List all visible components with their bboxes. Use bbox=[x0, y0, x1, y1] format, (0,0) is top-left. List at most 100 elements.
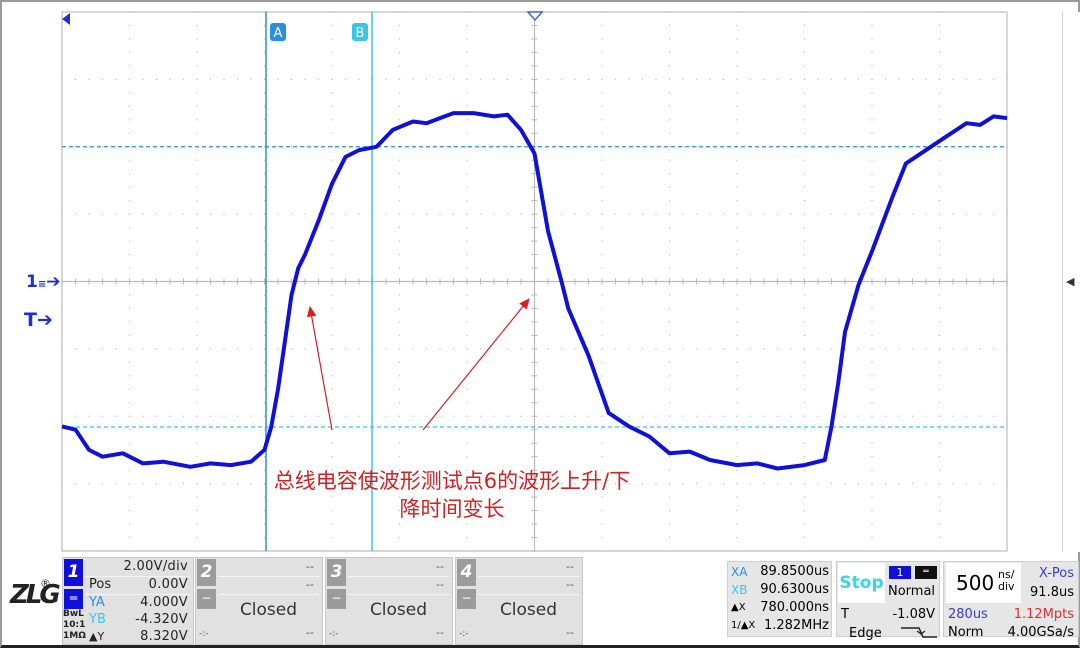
grid-dot bbox=[169, 213, 171, 215]
grid-dot bbox=[493, 415, 495, 417]
channel-2-panel[interactable]: 2 − -- -- Closed -:- -- bbox=[195, 557, 323, 645]
channel-2-number[interactable]: 2 bbox=[197, 559, 216, 586]
ch1-scale: 2.00V/div bbox=[123, 559, 188, 574]
grid-dot bbox=[938, 307, 941, 310]
dc-coupling-icon[interactable]: ═ bbox=[64, 589, 83, 609]
grid-dot bbox=[506, 78, 509, 80]
grid-dot bbox=[641, 415, 644, 417]
grid-dot bbox=[803, 321, 806, 323]
acquisition-mode[interactable]: Norm bbox=[948, 625, 983, 640]
grid-dot bbox=[601, 456, 603, 458]
channel-3-coupling-icon[interactable]: − bbox=[327, 589, 346, 609]
grid-dot bbox=[128, 294, 131, 296]
expand-panel-arrow-icon[interactable]: ◀ bbox=[1066, 275, 1074, 288]
grid-dot bbox=[871, 173, 873, 175]
grid-dot bbox=[965, 213, 968, 215]
grid-dot bbox=[263, 388, 266, 390]
grid-dot bbox=[871, 119, 873, 121]
grid-dot bbox=[398, 348, 401, 350]
channel-4-number[interactable]: 4 bbox=[457, 559, 476, 586]
grid-dot bbox=[290, 348, 293, 350]
grid-dot bbox=[601, 267, 603, 269]
grid-dot bbox=[385, 78, 387, 80]
grid-dot bbox=[803, 536, 806, 539]
grid-dot bbox=[196, 200, 198, 202]
grid-dot bbox=[304, 348, 306, 350]
trigger-coupling-icon[interactable]: ═ bbox=[915, 566, 937, 579]
grid-dot bbox=[790, 213, 792, 215]
grid-dot bbox=[331, 267, 333, 269]
channel-4-coupling-icon[interactable]: − bbox=[457, 589, 476, 609]
time-scale-box[interactable]: 500 ns/div bbox=[946, 563, 1021, 603]
time-scale-value: 500 bbox=[956, 571, 995, 595]
grid-dot bbox=[803, 496, 806, 498]
trigger-source[interactable]: 1 bbox=[889, 566, 911, 579]
grid-dot bbox=[601, 307, 603, 310]
grid-dot bbox=[115, 78, 117, 80]
grid-dot bbox=[331, 294, 333, 296]
xb-value: 90.6300us bbox=[760, 582, 829, 597]
grid-dot bbox=[628, 213, 630, 215]
grid-dot bbox=[871, 186, 873, 188]
grid-dot bbox=[668, 429, 671, 431]
grid-dot bbox=[547, 78, 549, 80]
grid-dot bbox=[668, 469, 671, 471]
grid-dot bbox=[304, 213, 306, 215]
grid-dot bbox=[466, 159, 468, 161]
channel-3-panel[interactable]: 3 − -- -- Closed -:- -- bbox=[325, 557, 453, 645]
grid-dot bbox=[101, 146, 104, 148]
ch2-bottom-right: -- bbox=[306, 626, 314, 639]
grid-dot bbox=[857, 348, 860, 350]
grid-dot bbox=[88, 78, 90, 80]
channel-3-number[interactable]: 3 bbox=[327, 559, 346, 586]
grid-dot bbox=[331, 442, 333, 444]
run-stop-button[interactable]: Stop bbox=[838, 563, 885, 603]
grid-dot bbox=[938, 509, 941, 512]
grid-dot bbox=[641, 78, 644, 80]
grid-dot bbox=[128, 119, 131, 121]
channel-2-coupling-icon[interactable]: − bbox=[197, 589, 216, 609]
ch1-level-marker[interactable]: 1≡➔ bbox=[26, 272, 60, 292]
grid-dot bbox=[466, 429, 468, 431]
cursor-b-tag[interactable]: B bbox=[352, 23, 368, 41]
trigger-mode[interactable]: Normal bbox=[888, 584, 935, 599]
grid-dot bbox=[398, 267, 401, 269]
grid-dot bbox=[871, 523, 873, 525]
timebase-panel[interactable]: 500 ns/div X-Pos 91.8us 280us 1.12Mpts N… bbox=[943, 561, 1079, 640]
grid-dot bbox=[398, 200, 401, 202]
channel-1-panel[interactable]: 1 ═ BwL 10:1 1MΩ 2.00V/div Pos 0.00V YA 4.… bbox=[62, 557, 194, 645]
channel-1-number[interactable]: 1 bbox=[64, 559, 83, 586]
grid-dot bbox=[128, 159, 131, 161]
grid-dot bbox=[196, 132, 198, 134]
grid-dot bbox=[209, 348, 212, 350]
grid-dot bbox=[277, 348, 279, 350]
trigger-type[interactable]: Edge bbox=[849, 626, 882, 641]
grid-dot bbox=[115, 348, 117, 350]
cursor-readout-panel[interactable]: XA 89.8500us XB 90.6300us ▲X 780.000ns 1/▲X… bbox=[727, 561, 832, 637]
grid-dot bbox=[938, 173, 941, 175]
xpos-value: 91.8us bbox=[1030, 585, 1074, 600]
grid-dot bbox=[88, 213, 90, 215]
grid-dot bbox=[466, 550, 468, 552]
grid-dot bbox=[331, 240, 333, 242]
grid-dot bbox=[790, 483, 792, 485]
grid-dot bbox=[601, 78, 603, 80]
grid-dot bbox=[736, 496, 738, 498]
grid-dot bbox=[209, 483, 212, 485]
trigger-level-marker[interactable]: T➔ bbox=[24, 309, 53, 331]
grid-dot bbox=[803, 78, 806, 80]
grid-dot bbox=[763, 348, 765, 350]
grid-dot bbox=[871, 146, 873, 148]
trigger-panel[interactable]: Stop 1 ═ Normal T -1.08V Edge bbox=[836, 561, 940, 641]
grid-dot bbox=[466, 294, 468, 296]
grid-dot bbox=[871, 483, 873, 485]
grid-dot bbox=[263, 173, 266, 175]
cursor-a-tag[interactable]: A bbox=[270, 23, 286, 41]
waveform-display: A B 总线电容使波形测试点6的波形上升/下 降时间变长 bbox=[61, 11, 1008, 552]
channel-4-panel[interactable]: 4 − -- -- Closed -:- -- bbox=[455, 557, 583, 645]
grid-dot bbox=[466, 105, 468, 107]
grid-dot bbox=[452, 78, 455, 80]
grid-dot bbox=[398, 388, 401, 390]
grid-dot bbox=[493, 348, 495, 350]
grid-dot bbox=[587, 78, 590, 80]
